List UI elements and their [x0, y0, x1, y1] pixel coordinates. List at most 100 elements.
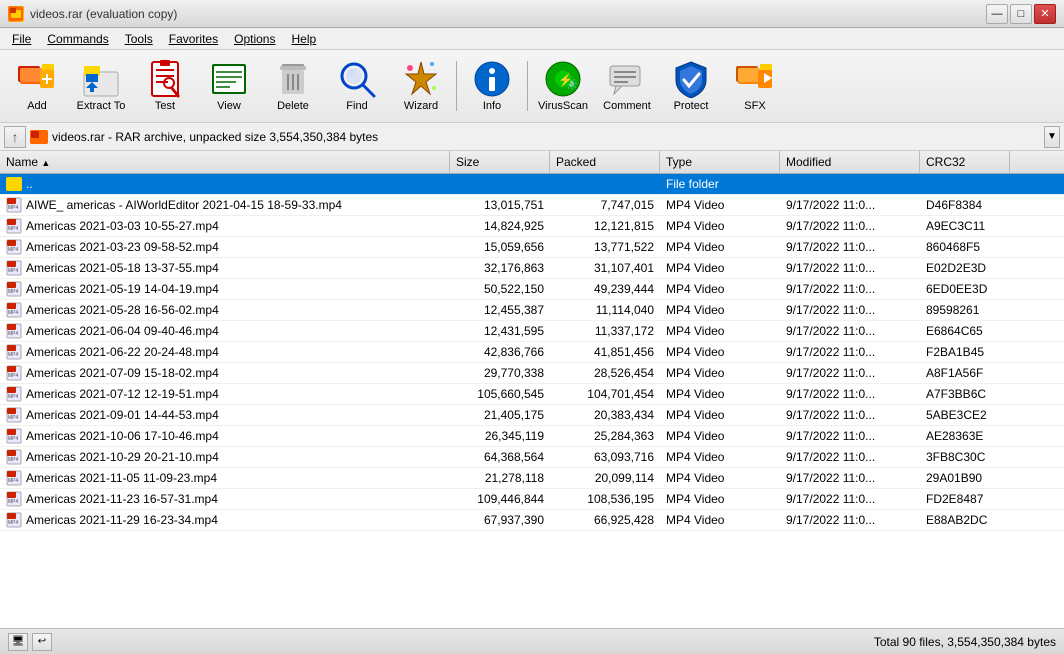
toolbar-find-button[interactable]: Find: [326, 54, 388, 118]
address-dropdown-button[interactable]: ▼: [1044, 126, 1060, 148]
toolbar-add-label: Add: [27, 100, 47, 112]
menu-file[interactable]: File: [4, 30, 39, 48]
file-modified-cell: 9/17/2022 11:0...: [780, 407, 920, 423]
toolbar-test-button[interactable]: Test: [134, 54, 196, 118]
minimize-button[interactable]: —: [986, 4, 1008, 24]
table-row[interactable]: MP4 Americas 2021-11-23 16-57-31.mp4109,…: [0, 489, 1064, 510]
table-row[interactable]: MP4 Americas 2021-09-01 14-44-53.mp421,4…: [0, 405, 1064, 426]
file-icon: MP4: [6, 197, 22, 213]
svg-text:MP4: MP4: [8, 499, 19, 505]
table-row[interactable]: ..File folder: [0, 174, 1064, 195]
svg-text:MP4: MP4: [8, 436, 19, 442]
table-row[interactable]: MP4 AIWE_ americas - AIWorldEditor 2021-…: [0, 195, 1064, 216]
app-icon: [8, 6, 24, 22]
toolbar-virusscan-button[interactable]: 🦠 ⚡ VirusScan: [532, 54, 594, 118]
file-icon: MP4: [6, 218, 22, 234]
menu-help[interactable]: Help: [283, 30, 324, 48]
file-name-cell: MP4 Americas 2021-05-18 13-37-55.mp4: [0, 259, 450, 277]
file-modified-cell: 9/17/2022 11:0...: [780, 197, 920, 213]
file-name-cell: MP4 Americas 2021-10-29 20-21-10.mp4: [0, 448, 450, 466]
file-modified-cell: 9/17/2022 11:0...: [780, 281, 920, 297]
file-packed-cell: 13,771,522: [550, 239, 660, 255]
file-modified-cell: 9/17/2022 11:0...: [780, 239, 920, 255]
file-type-cell: MP4 Video: [660, 470, 780, 486]
file-name-cell: MP4 Americas 2021-11-23 16-57-31.mp4: [0, 490, 450, 508]
table-row[interactable]: MP4 Americas 2021-06-04 09-40-46.mp412,4…: [0, 321, 1064, 342]
file-name-text: Americas 2021-06-22 20-24-48.mp4: [26, 345, 219, 359]
table-row[interactable]: MP4 Americas 2021-10-29 20-21-10.mp464,3…: [0, 447, 1064, 468]
file-name-cell: MP4 AIWE_ americas - AIWorldEditor 2021-…: [0, 196, 450, 214]
file-crc32-cell: E02D2E3D: [920, 260, 1010, 276]
file-name-cell: MP4 Americas 2021-11-05 11-09-23.mp4: [0, 469, 450, 487]
file-modified-cell: [780, 183, 920, 185]
file-type-cell: MP4 Video: [660, 365, 780, 381]
table-row[interactable]: MP4 Americas 2021-07-12 12-19-51.mp4105,…: [0, 384, 1064, 405]
file-size-cell: 21,405,175: [450, 407, 550, 423]
col-header-crc32[interactable]: CRC32: [920, 151, 1010, 173]
col-header-modified[interactable]: Modified: [780, 151, 920, 173]
file-crc32-cell: 5ABE3CE2: [920, 407, 1010, 423]
toolbar-delete-button[interactable]: Delete: [262, 54, 324, 118]
file-list-container: Name ▲ Size Packed Type Modified CRC32 .…: [0, 151, 1064, 628]
table-row[interactable]: MP4 Americas 2021-11-05 11-09-23.mp421,2…: [0, 468, 1064, 489]
table-row[interactable]: MP4 Americas 2021-11-29 16-23-34.mp467,9…: [0, 510, 1064, 531]
file-crc32-cell: 860468F5: [920, 239, 1010, 255]
toolbar-add-button[interactable]: Add: [6, 54, 68, 118]
file-rows[interactable]: ..File folder MP4 AIWE_ americas - AIWor…: [0, 174, 1064, 628]
col-header-name[interactable]: Name ▲: [0, 151, 450, 173]
toolbar-info-button[interactable]: Info: [461, 54, 523, 118]
file-type-cell: MP4 Video: [660, 386, 780, 402]
file-size-cell: 12,455,387: [450, 302, 550, 318]
file-packed-cell: 11,114,040: [550, 302, 660, 318]
maximize-button[interactable]: □: [1010, 4, 1032, 24]
menu-tools[interactable]: Tools: [117, 30, 161, 48]
table-row[interactable]: MP4 Americas 2021-06-22 20-24-48.mp442,8…: [0, 342, 1064, 363]
file-packed-cell: [550, 183, 660, 185]
status-button-2[interactable]: ↩: [32, 633, 52, 651]
toolbar-protect-button[interactable]: Protect: [660, 54, 722, 118]
file-packed-cell: 28,526,454: [550, 365, 660, 381]
table-row[interactable]: MP4 Americas 2021-10-06 17-10-46.mp426,3…: [0, 426, 1064, 447]
toolbar-extract-button[interactable]: Extract To: [70, 54, 132, 118]
table-row[interactable]: MP4 Americas 2021-03-03 10-55-27.mp414,8…: [0, 216, 1064, 237]
title-bar: videos.rar (evaluation copy) — □ ✕: [0, 0, 1064, 28]
menu-options[interactable]: Options: [226, 30, 283, 48]
toolbar-delete-label: Delete: [277, 100, 309, 112]
menu-favorites[interactable]: Favorites: [161, 30, 226, 48]
table-row[interactable]: MP4 Americas 2021-05-18 13-37-55.mp432,1…: [0, 258, 1064, 279]
table-row[interactable]: MP4 Americas 2021-07-09 15-18-02.mp429,7…: [0, 363, 1064, 384]
close-button[interactable]: ✕: [1034, 4, 1056, 24]
table-row[interactable]: MP4 Americas 2021-05-19 14-04-19.mp450,5…: [0, 279, 1064, 300]
status-button-1[interactable]: 🖥: [8, 633, 28, 651]
svg-text:MP4: MP4: [8, 457, 19, 463]
file-size-cell: 67,937,390: [450, 512, 550, 528]
address-up-button[interactable]: ↑: [4, 126, 26, 148]
col-header-type[interactable]: Type: [660, 151, 780, 173]
toolbar-comment-button[interactable]: Comment: [596, 54, 658, 118]
toolbar-sfx-button[interactable]: SFX: [724, 54, 786, 118]
sfx-icon: [736, 60, 774, 98]
file-name-text: Americas 2021-11-05 11-09-23.mp4: [26, 471, 217, 485]
table-row[interactable]: MP4 Americas 2021-05-28 16-56-02.mp412,4…: [0, 300, 1064, 321]
col-header-size[interactable]: Size: [450, 151, 550, 173]
file-icon: MP4: [6, 344, 22, 360]
toolbar-virusscan-label: VirusScan: [538, 100, 588, 112]
file-size-cell: 109,446,844: [450, 491, 550, 507]
add-icon: [18, 60, 56, 98]
file-modified-cell: 9/17/2022 11:0...: [780, 470, 920, 486]
file-size-cell: 12,431,595: [450, 323, 550, 339]
table-row[interactable]: MP4 Americas 2021-03-23 09-58-52.mp415,0…: [0, 237, 1064, 258]
file-type-cell: MP4 Video: [660, 428, 780, 444]
file-name-cell: MP4 Americas 2021-06-22 20-24-48.mp4: [0, 343, 450, 361]
toolbar-info-label: Info: [483, 100, 501, 112]
col-header-packed[interactable]: Packed: [550, 151, 660, 173]
toolbar-view-button[interactable]: View: [198, 54, 260, 118]
svg-text:MP4: MP4: [8, 205, 19, 211]
file-crc32-cell: FD2E8487: [920, 491, 1010, 507]
svg-text:MP4: MP4: [8, 310, 19, 316]
toolbar-find-label: Find: [346, 100, 367, 112]
svg-text:MP4: MP4: [8, 289, 19, 295]
file-icon: MP4: [6, 302, 22, 318]
menu-commands[interactable]: Commands: [39, 30, 116, 48]
toolbar-wizard-button[interactable]: Wizard: [390, 54, 452, 118]
